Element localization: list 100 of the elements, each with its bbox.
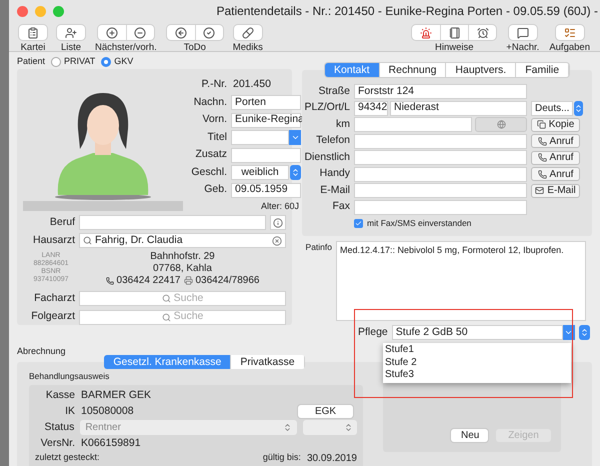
field-value: Fahrig, Dr. Claudia bbox=[95, 232, 183, 248]
checkbox-label: mit Fax/SMS einverstanden bbox=[367, 217, 472, 230]
window-title: Patientendetails - Nr.: 201450 - Eunike-Regina Porten - 09.05.59 (60J) - bbox=[216, 3, 599, 20]
age-text: Alter: 60J bbox=[260, 200, 300, 212]
card-title: Behandlungsausweis bbox=[29, 370, 110, 383]
pill-icon bbox=[242, 26, 254, 38]
field-label: Status bbox=[44, 420, 74, 435]
menu-item[interactable]: Stufe1 bbox=[383, 344, 571, 356]
menu-item[interactable]: Stufe3 bbox=[383, 369, 571, 382]
field-value: 30.09.2019 bbox=[306, 452, 357, 466]
search-icon bbox=[162, 312, 171, 322]
alarm-clock-icon bbox=[476, 26, 489, 38]
field-label: Telefon bbox=[315, 133, 350, 148]
zoom-icon[interactable] bbox=[53, 6, 64, 16]
field-label: P.-Nr. bbox=[200, 77, 227, 92]
radio-button[interactable] bbox=[101, 56, 112, 66]
toolbar-label: +Nachr. bbox=[506, 42, 540, 53]
task-list-icon bbox=[564, 26, 576, 38]
toolbar-label: Kartei bbox=[20, 42, 46, 53]
address-line: 07768, Kahla bbox=[153, 262, 212, 274]
input-field[interactable] bbox=[231, 130, 289, 145]
field-label: Geb. bbox=[203, 182, 227, 198]
field-label: Vorn. bbox=[201, 112, 227, 128]
input-field[interactable]: Niederast bbox=[390, 100, 527, 116]
input-field[interactable] bbox=[354, 200, 527, 214]
action-button[interactable]: Anruf bbox=[531, 134, 580, 148]
radio-label: GKV bbox=[114, 54, 134, 68]
egk-button[interactable]: EGK bbox=[298, 405, 353, 418]
envelope-icon bbox=[535, 186, 544, 195]
dialog-button[interactable]: Neu bbox=[451, 429, 488, 442]
field-label: Beruf bbox=[48, 215, 75, 230]
stepper-icon[interactable] bbox=[578, 325, 590, 340]
checkbox[interactable] bbox=[354, 218, 363, 228]
text-area[interactable]: Med.12.4.17:: Nebivolol 5 mg, Formoterol 12, Ibuprofen. bbox=[336, 241, 586, 321]
input-field[interactable]: Stufe 2 GdB 50 bbox=[392, 325, 563, 340]
field-label: Geschl. bbox=[190, 164, 227, 180]
action-button[interactable]: Anruf bbox=[531, 150, 580, 164]
action-button[interactable]: Kopie bbox=[531, 118, 580, 132]
field-label: Folgearzt bbox=[30, 309, 75, 324]
stepper-icon[interactable] bbox=[574, 100, 584, 116]
input-field[interactable]: 94342 bbox=[354, 100, 388, 116]
input-field[interactable]: Forststr 124 bbox=[354, 84, 527, 99]
field-label: Nachn. bbox=[192, 94, 227, 110]
field-label: km bbox=[335, 116, 350, 132]
radio-button[interactable] bbox=[51, 56, 62, 66]
section-title: Abrechnung bbox=[17, 344, 66, 358]
field-label: Titel bbox=[206, 130, 227, 145]
toolbar-label: Mediks bbox=[232, 42, 263, 53]
info-icon[interactable] bbox=[270, 215, 286, 230]
input-field[interactable]: Porten bbox=[231, 95, 301, 110]
input-field[interactable] bbox=[79, 215, 266, 230]
telephone-icon bbox=[106, 276, 114, 284]
tab[interactable]: Hauptvers. bbox=[446, 63, 516, 77]
field-label: zuletzt gesteckt: bbox=[35, 451, 100, 464]
input-field[interactable]: Fahrig, Dr. Claudia bbox=[79, 233, 286, 248]
input-field[interactable] bbox=[354, 150, 527, 165]
phone-number: 036424 22417 bbox=[116, 274, 180, 286]
search-icon bbox=[162, 294, 171, 303]
search-icon bbox=[83, 236, 92, 246]
siren-icon bbox=[420, 26, 432, 38]
field-label: Patinfo bbox=[304, 241, 332, 254]
input-field[interactable] bbox=[354, 166, 527, 182]
field-label: Hausarzt bbox=[32, 232, 75, 248]
toolbar-label: ToDo bbox=[184, 42, 206, 53]
tab[interactable]: Privatkasse bbox=[231, 355, 305, 370]
tab[interactable]: Rechnung bbox=[380, 63, 446, 77]
input-field[interactable]: Deuts... bbox=[531, 100, 574, 116]
clear-icon[interactable] bbox=[272, 236, 282, 246]
input-field[interactable]: weiblich bbox=[231, 165, 289, 180]
field-label: VersNr. bbox=[40, 436, 75, 451]
field-label: Handy bbox=[318, 166, 350, 182]
telephone-icon bbox=[538, 170, 547, 178]
action-button[interactable]: E-Mail bbox=[531, 184, 580, 198]
field-label: Pflege bbox=[358, 325, 388, 340]
fax-number: 036424/78966 bbox=[196, 274, 260, 286]
input-field[interactable]: 09.05.1959 bbox=[231, 182, 301, 198]
stepper-icon[interactable] bbox=[290, 165, 301, 180]
close-icon[interactable] bbox=[17, 6, 28, 16]
tab[interactable]: Familie bbox=[516, 63, 570, 77]
field-label: Facharzt bbox=[33, 290, 75, 306]
menu-item[interactable]: Stufe 2 bbox=[383, 356, 571, 369]
input-field[interactable] bbox=[354, 134, 527, 148]
input-field[interactable]: Eunike-Regina bbox=[231, 112, 301, 128]
placeholder-text: Suche bbox=[174, 309, 204, 324]
chevron-down-icon[interactable] bbox=[289, 130, 301, 145]
select-field[interactable] bbox=[302, 420, 357, 435]
input-field[interactable] bbox=[354, 117, 472, 132]
user-plus-icon bbox=[65, 26, 77, 38]
toolbar-label: Hinweise bbox=[435, 42, 474, 53]
up-down-chevron-icon bbox=[282, 423, 292, 432]
input-field[interactable] bbox=[354, 183, 527, 198]
field-label: gültig bis: bbox=[262, 451, 301, 464]
action-button[interactable]: Anruf bbox=[531, 167, 580, 181]
field-label: Straße bbox=[317, 84, 350, 99]
globe-button[interactable] bbox=[475, 117, 527, 132]
field-label: Zusatz bbox=[194, 147, 227, 162]
check-circle-icon bbox=[203, 26, 216, 38]
input-field[interactable] bbox=[231, 148, 301, 162]
telephone-icon bbox=[538, 153, 547, 162]
left-arrow-circle-icon bbox=[174, 26, 187, 38]
